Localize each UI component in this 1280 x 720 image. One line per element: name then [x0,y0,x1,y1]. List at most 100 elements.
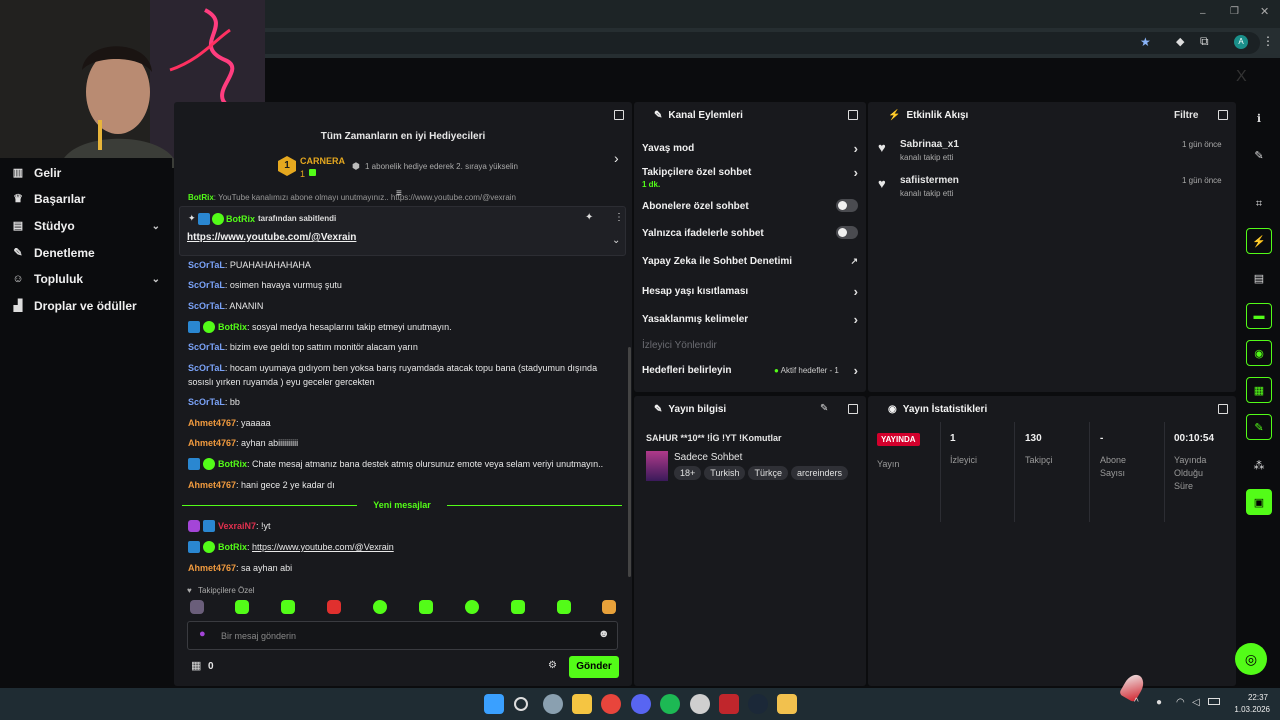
edit-icon[interactable]: ✎ [820,403,828,414]
app-icon[interactable] [719,694,739,714]
close-window-icon[interactable]: ✕ [1260,5,1269,18]
minimize-icon[interactable]: – [1200,8,1210,19]
tag[interactable]: arcreinders [790,466,848,480]
emote-button[interactable] [373,600,387,614]
popout-icon[interactable] [848,404,858,414]
sidebar-item-gelir[interactable]: ▥ Gelir [12,162,162,184]
chevron-right-icon[interactable]: › [614,150,619,166]
chat-link[interactable]: https://www.youtube.com/@Vexrain [252,542,394,552]
sidebar-item-topluluk[interactable]: ☺ Topluluk ⌄ [12,268,162,290]
clock-time[interactable]: 22:37 [1236,693,1268,702]
chat-username[interactable]: VexraiN7 [218,521,256,531]
emote-button[interactable] [190,600,204,614]
support-chat-button[interactable]: ◎ [1235,643,1267,675]
volume-icon[interactable]: ◁ [1192,697,1200,708]
broadcast-icon[interactable]: ◉ [1246,340,1272,366]
tag[interactable]: 18+ [674,466,702,480]
followers-chat-row[interactable]: Takipçilere özel sohbet › [642,165,858,180]
search-icon[interactable] [514,697,528,711]
chat-username[interactable]: Ahmet4767 [188,480,236,490]
chat-username[interactable]: BotRix [218,322,247,332]
sidebar-item-droplar[interactable]: ▟ Droplar ve ödüller [12,295,162,317]
emote-button[interactable] [281,600,295,614]
emote-button[interactable] [511,600,525,614]
chat-input[interactable]: ● Bir mesaj gönderin ☻ [187,621,618,650]
store-icon[interactable]: ▦ [191,659,201,672]
chat-username[interactable]: BotRix [218,459,247,469]
chat-scrollbar[interactable] [628,347,631,577]
popout-icon[interactable] [1218,110,1228,120]
bolt-icon[interactable]: ⚡ [1246,228,1272,254]
emote-button[interactable] [602,600,616,614]
popout-icon[interactable] [848,110,858,120]
sidebar-item-studyo[interactable]: ▤ Stüdyo ⌄ [12,215,162,237]
app-logo-icon[interactable]: ▣ [1246,489,1272,515]
app-icon[interactable] [690,694,710,714]
banned-words-row[interactable]: Yasaklanmış kelimeler › [642,312,858,327]
chat-username[interactable]: ScOrTaL [188,397,225,407]
layout-icon[interactable]: ▦ [1246,377,1272,403]
chat-bubble-icon[interactable]: ▬ [1246,303,1272,329]
popout-icon[interactable] [1218,404,1228,414]
wifi-icon[interactable]: ◠ [1176,697,1185,708]
emote-button[interactable] [419,600,433,614]
document-icon[interactable]: ▤ [1246,265,1272,291]
popout-icon[interactable] [614,110,624,120]
pinned-message[interactable]: ✦ BotRix tarafından sabitlendi ✦ ⋮ https… [179,206,626,256]
emote-button[interactable] [327,600,341,614]
chat-username[interactable]: Ahmet4767 [188,563,236,573]
chat-username[interactable]: Ahmet4767 [188,438,236,448]
account-age-row[interactable]: Hesap yaşı kısıtlaması › [642,284,858,299]
emoji-icon[interactable]: ☻ [598,628,610,640]
tag[interactable]: Turkish [704,466,746,480]
event-user[interactable]: safiistermen [900,175,959,186]
mic-tray-icon[interactable]: ● [1156,697,1162,708]
chrome-icon[interactable] [601,694,621,714]
extension-icon[interactable]: ◆ [1176,35,1184,48]
clock-date[interactable]: 1.03.2026 [1230,705,1270,714]
chat-username[interactable]: ScOrTaL [188,260,225,270]
wrench-icon[interactable]: ✎ [1246,414,1272,440]
emote-button[interactable] [465,600,479,614]
sidebar-item-denetleme[interactable]: ✎ Denetleme [12,242,162,264]
edit-icon[interactable]: ✎ [1246,142,1272,168]
chat-settings-icon[interactable]: ⚙ [548,660,557,671]
settings-icon[interactable] [543,694,563,714]
chat-username[interactable]: ScOrTaL [188,280,225,290]
chat-username[interactable]: ScOrTaL [188,342,225,352]
ai-mod-row[interactable]: Yapay Zeka ile Sohbet Denetimi ↗ [642,256,858,267]
chevron-down-icon[interactable]: ⌄ [612,235,620,246]
discord-icon[interactable] [631,694,651,714]
emote-button[interactable] [557,600,571,614]
slow-mode-row[interactable]: Yavaş mod › [642,141,858,156]
windows-start-icon[interactable] [484,694,504,714]
qr-icon[interactable]: ⌗ [1246,191,1272,217]
puzzle-icon[interactable]: ⧉ [1200,34,1209,49]
tray-chevron-icon[interactable]: ^ [1134,697,1139,708]
info-icon[interactable]: ℹ [1246,105,1272,131]
kick-x-icon[interactable]: X [1236,68,1247,86]
subs-chat-toggle[interactable] [836,199,858,212]
chat-username[interactable]: Ahmet4767 [188,418,236,428]
category-name[interactable]: Sadece Sohbet [674,452,742,463]
unpin-icon[interactable]: ✦ [585,212,593,223]
chat-username[interactable]: BotRix [218,542,247,552]
bookmark-star-icon[interactable]: ★ [1140,35,1151,49]
folder-icon[interactable] [572,694,592,714]
more-options-icon[interactable]: ⋮ [614,212,624,223]
emote-chat-toggle[interactable] [836,226,858,239]
scroll-handle-icon[interactable]: ≡ [396,188,402,199]
restore-icon[interactable]: ❐ [1230,6,1239,17]
app-icon[interactable] [777,694,797,714]
profile-avatar[interactable]: A [1234,35,1248,49]
event-user[interactable]: Sabrinaa_x1 [900,139,959,150]
spotify-icon[interactable] [660,694,680,714]
steam-icon[interactable] [748,694,768,714]
goals-row[interactable]: Hedefleri belirleyin ● Aktif hedefler - 1… [642,363,858,378]
chat-username[interactable]: ScOrTaL [188,301,225,311]
filter-button[interactable]: Filtre [1174,110,1198,121]
emote-button[interactable] [235,600,249,614]
chat-username[interactable]: ScOrTaL [188,363,225,373]
browser-menu-icon[interactable]: ⋮ [1262,34,1274,48]
battery-icon[interactable] [1208,698,1220,705]
